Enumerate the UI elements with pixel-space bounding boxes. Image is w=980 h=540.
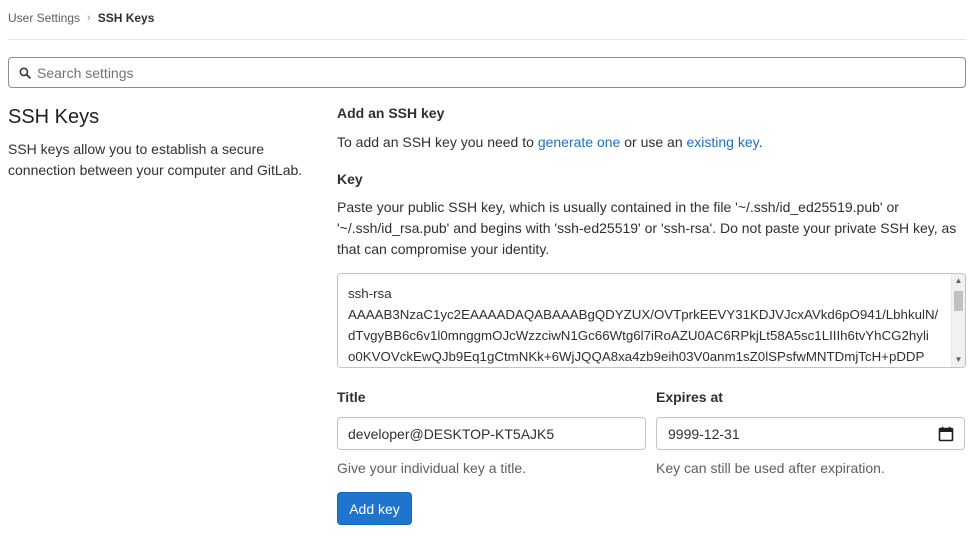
intro-middle: or use an (620, 134, 687, 150)
scroll-up-arrow-icon[interactable]: ▲ (952, 274, 965, 288)
add-key-button[interactable]: Add key (337, 492, 412, 525)
key-label: Key (337, 171, 363, 187)
breadcrumb-current[interactable]: SSH Keys (98, 11, 155, 25)
breadcrumb: User Settings › SSH Keys (8, 9, 154, 27)
title-field: Title Give your individual key a title. (337, 388, 646, 477)
title-input[interactable] (337, 417, 646, 450)
existing-key-link[interactable]: existing key (687, 134, 759, 150)
intro-prefix: To add an SSH key you need to (337, 134, 538, 150)
expires-label: Expires at (656, 389, 723, 405)
breadcrumb-separator-icon: › (87, 12, 91, 24)
expires-date-input[interactable]: 9999-12-31 (656, 417, 965, 450)
key-textarea-wrapper: ▲ ▼ (337, 273, 966, 368)
key-textarea-scrollbar[interactable]: ▲ ▼ (951, 274, 965, 367)
key-help-text: Paste your public SSH key, which is usua… (337, 199, 957, 257)
search-settings-input[interactable] (37, 59, 965, 86)
settings-sidebar: SSH Keys SSH keys allow you to establish… (8, 104, 308, 181)
generate-one-link[interactable]: generate one (538, 134, 621, 150)
header-divider (8, 39, 966, 40)
search-icon (19, 67, 31, 79)
key-textarea[interactable] (338, 274, 952, 367)
title-help-text: Give your individual key a title. (337, 460, 527, 476)
scrollbar-thumb[interactable] (954, 291, 963, 311)
form-heading: Add an SSH key (337, 105, 445, 121)
page-title: SSH Keys (8, 106, 100, 128)
search-settings-box[interactable] (8, 57, 966, 88)
intro-suffix: . (758, 134, 763, 150)
expires-help-text: Key can still be used after expiration. (656, 460, 885, 476)
title-label: Title (337, 389, 366, 405)
breadcrumb-user-settings-link[interactable]: User Settings (8, 11, 80, 25)
scroll-down-arrow-icon[interactable]: ▼ (952, 353, 965, 367)
page-description: SSH keys allow you to establish a secure… (8, 141, 303, 178)
add-ssh-key-form: Add an SSH key To add an SSH key you nee… (337, 104, 966, 525)
expires-date-value[interactable]: 9999-12-31 (668, 426, 938, 442)
form-intro: To add an SSH key you need to generate o… (337, 133, 966, 151)
expires-field: Expires at 9999-12-31 Key can still be u… (656, 388, 965, 477)
calendar-icon[interactable] (938, 426, 954, 442)
title-expiry-row: Title Give your individual key a title. … (337, 388, 966, 477)
